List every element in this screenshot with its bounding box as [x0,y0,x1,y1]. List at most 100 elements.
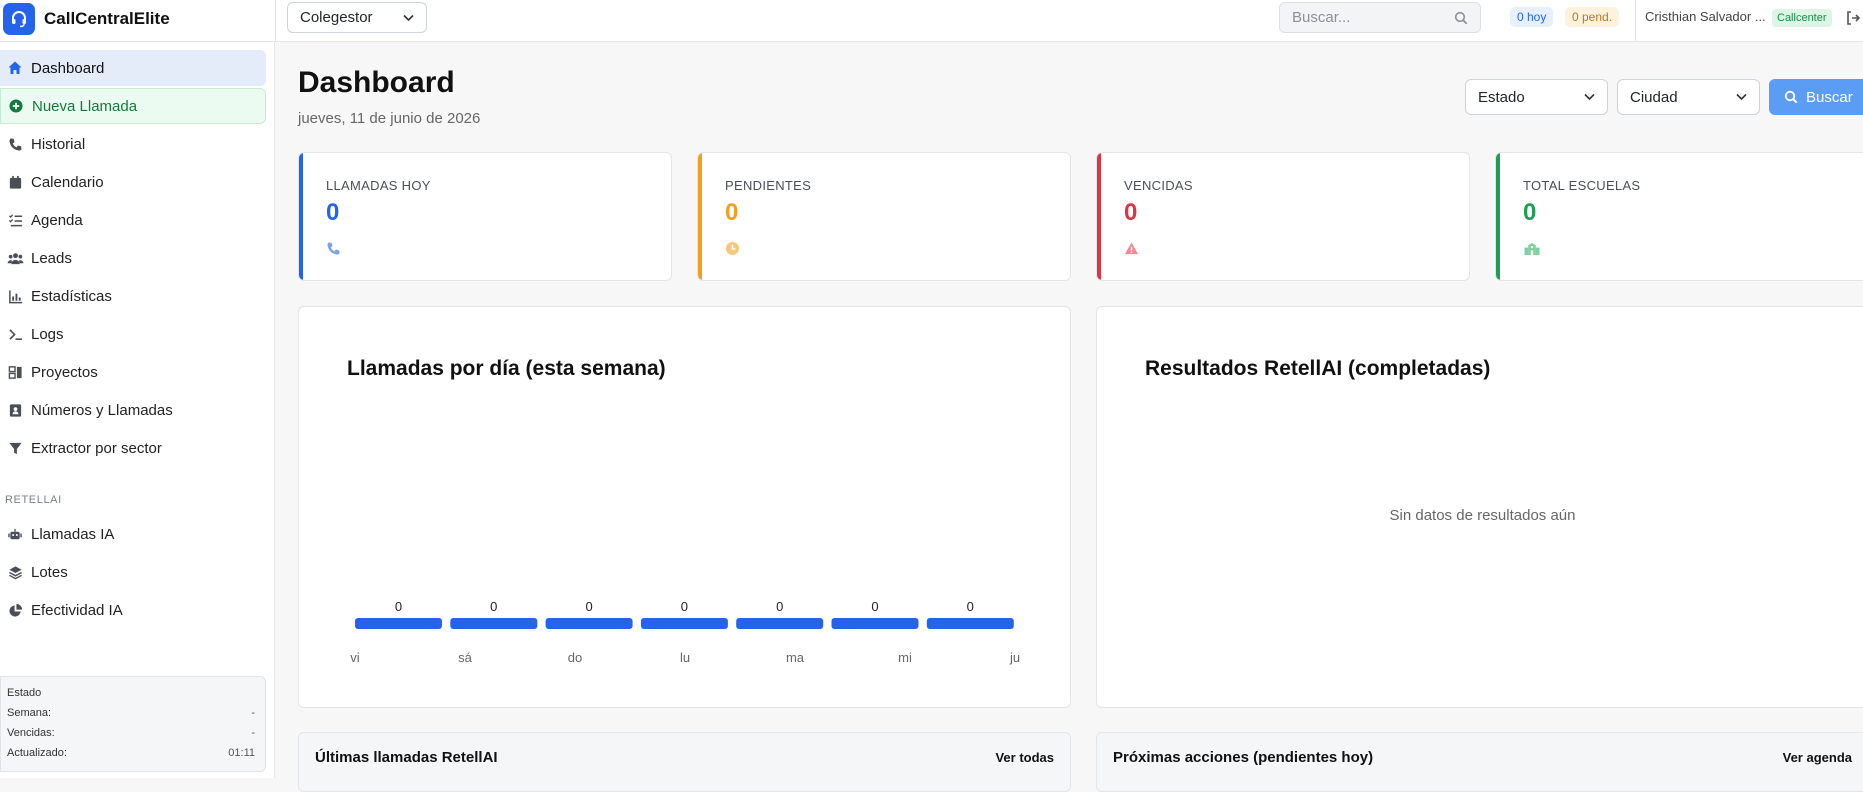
chart-bar [640,618,728,629]
terminal-icon [6,325,24,343]
search-input[interactable] [1292,9,1442,26]
school-icon [1523,241,1541,256]
sidebar-item-nueva-llamada[interactable]: Nueva Llamada [0,88,266,124]
kpi-value: 0 [1523,199,1537,226]
status-label: Actualizado: [7,747,67,759]
top-bar: CallCentralElite Colegestor 0 hoy 0 pend… [0,0,1863,42]
warning-icon [1124,241,1139,256]
chart-category-label: sá [458,650,473,665]
chart-value-label: 0 [776,599,783,614]
ciudad-select-value: Ciudad [1630,88,1678,106]
logout-icon[interactable] [1845,10,1861,26]
kpi-card-total-escuelas[interactable]: TOTAL ESCUELAS 0 [1495,152,1863,281]
sidebar-item-extractor[interactable]: Extractor por sector [0,430,266,466]
sidebar-item-label: Efectividad IA [31,601,123,619]
sidebar-item-numeros-llamadas[interactable]: Números y Llamadas [0,392,266,428]
chart-value-label: 0 [585,599,592,614]
kpi-accent-bar [698,153,702,280]
sidebar-item-label: Dashboard [31,59,105,77]
chart-value-label: 0 [681,599,688,614]
status-title-text: Estado [7,687,42,699]
app-title: CallCentralElite [44,9,170,28]
calls-per-day-card: Llamadas por día (esta semana) 0 vi 0 sá 0 do… [298,306,1071,708]
page-date: jueves, 11 de junio de 2026 [298,110,481,127]
sidebar-item-label: Números y Llamadas [31,401,173,419]
robot-icon [6,525,24,543]
status-label: Vencidas: [7,727,55,739]
search-icon [1784,90,1798,104]
sidebar-item-efectividad-ia[interactable]: Efectividad IA [0,592,266,628]
kpi-label: TOTAL ESCUELAS [1523,178,1641,193]
contact-icon [6,401,24,419]
kpi-accent-bar [299,153,303,280]
estado-select-value: Estado [1478,88,1525,106]
ver-agenda-link[interactable]: Ver agenda [1783,750,1852,765]
sidebar-item-llamadas-ia[interactable]: Llamadas IA [0,516,266,552]
project-icon [6,363,24,381]
chart-category-label: do [568,650,582,665]
sidebar-item-label: Historial [31,135,86,153]
role-badge: Callcenter [1772,9,1832,27]
sidebar-item-calendario[interactable]: Calendario [0,164,266,200]
sidebar-item-dashboard[interactable]: Dashboard [0,50,266,86]
sidebar-item-label: Leads [31,249,72,267]
retellai-results-card: Resultados RetellAI (completadas) Sin da… [1096,306,1863,708]
kpi-value: 0 [326,199,340,226]
company-select[interactable]: Colegestor [287,2,427,33]
chart-value-label: 0 [395,599,402,614]
kpi-card-llamadas-hoy[interactable]: LLAMADAS HOY 0 [298,152,672,281]
section-label-retellai: RETELLAI [5,494,62,506]
sidebar-item-label: Extractor por sector [31,439,162,457]
sidebar-item-leads[interactable]: Leads [0,240,266,276]
chevron-down-icon [1736,93,1747,101]
status-row: Vencidas: - [7,723,255,743]
phone-icon [326,241,341,256]
company-select-value: Colegestor [300,9,373,26]
chart-category-label: vi [350,650,360,665]
sidebar-item-label: Agenda [31,211,83,229]
sidebar-item-agenda[interactable]: Agenda [0,202,266,238]
status-row: Semana: - [7,703,255,723]
chart-category-label: mi [898,650,912,665]
clock-icon [725,241,740,256]
sidebar-item-proyectos[interactable]: Proyectos [0,354,266,390]
chart-bar [545,618,633,629]
sidebar-item-logs[interactable]: Logs [0,316,266,352]
kpi-card-pendientes[interactable]: PENDIENTES 0 [697,152,1071,281]
sidebar-item-label: Logs [31,325,64,343]
brand[interactable]: CallCentralElite [3,3,170,35]
chart-category-label: lu [680,650,690,665]
sidebar-item-estadisticas[interactable]: Estadísticas [0,278,266,314]
chart-bar [736,618,824,629]
recent-calls-title: Últimas llamadas RetellAI [315,749,498,766]
kpi-card-vencidas[interactable]: VENCIDAS 0 [1096,152,1470,281]
ver-todas-link[interactable]: Ver todas [995,750,1054,765]
filter-icon [6,439,24,457]
recent-calls-card: Últimas llamadas RetellAI Ver todas [298,732,1071,792]
chart-icon [6,287,24,305]
pending-badge[interactable]: 0 pend. [1565,7,1620,27]
kpi-value: 0 [725,199,739,226]
calls-bar-chart: 0 vi 0 sá 0 do 0 lu 0 ma 0 mi 0 ju [350,599,1020,665]
kpi-label: LLAMADAS HOY [326,178,431,193]
plus-circle-icon [7,97,25,115]
today-calls-badge[interactable]: 0 hoy [1510,7,1554,27]
next-actions-card: Próximas acciones (pendientes hoy) Ver a… [1096,732,1863,792]
sidebar-item-historial[interactable]: Historial [0,126,266,162]
empty-results-message: Sin datos de resultados aún [1389,507,1576,524]
sidebar-item-lotes[interactable]: Lotes [0,554,266,590]
chart-value-label: 0 [871,599,878,614]
status-value: - [251,727,255,739]
chevron-down-icon [1584,93,1595,101]
estado-select[interactable]: Estado [1465,79,1608,115]
user-name[interactable]: Cristhian Salvador ... [1645,9,1766,24]
ciudad-select[interactable]: Ciudad [1617,79,1760,115]
buscar-button[interactable]: Buscar [1769,79,1863,115]
kpi-label: PENDIENTES [725,178,812,193]
chart-bar [926,618,1014,629]
search-icon[interactable] [1454,11,1468,25]
page-title: Dashboard [298,66,455,99]
sidebar: Dashboard Nueva Llamada Historial Calend… [0,42,275,778]
next-actions-title: Próximas acciones (pendientes hoy) [1113,749,1374,766]
kpi-accent-bar [1496,153,1500,280]
